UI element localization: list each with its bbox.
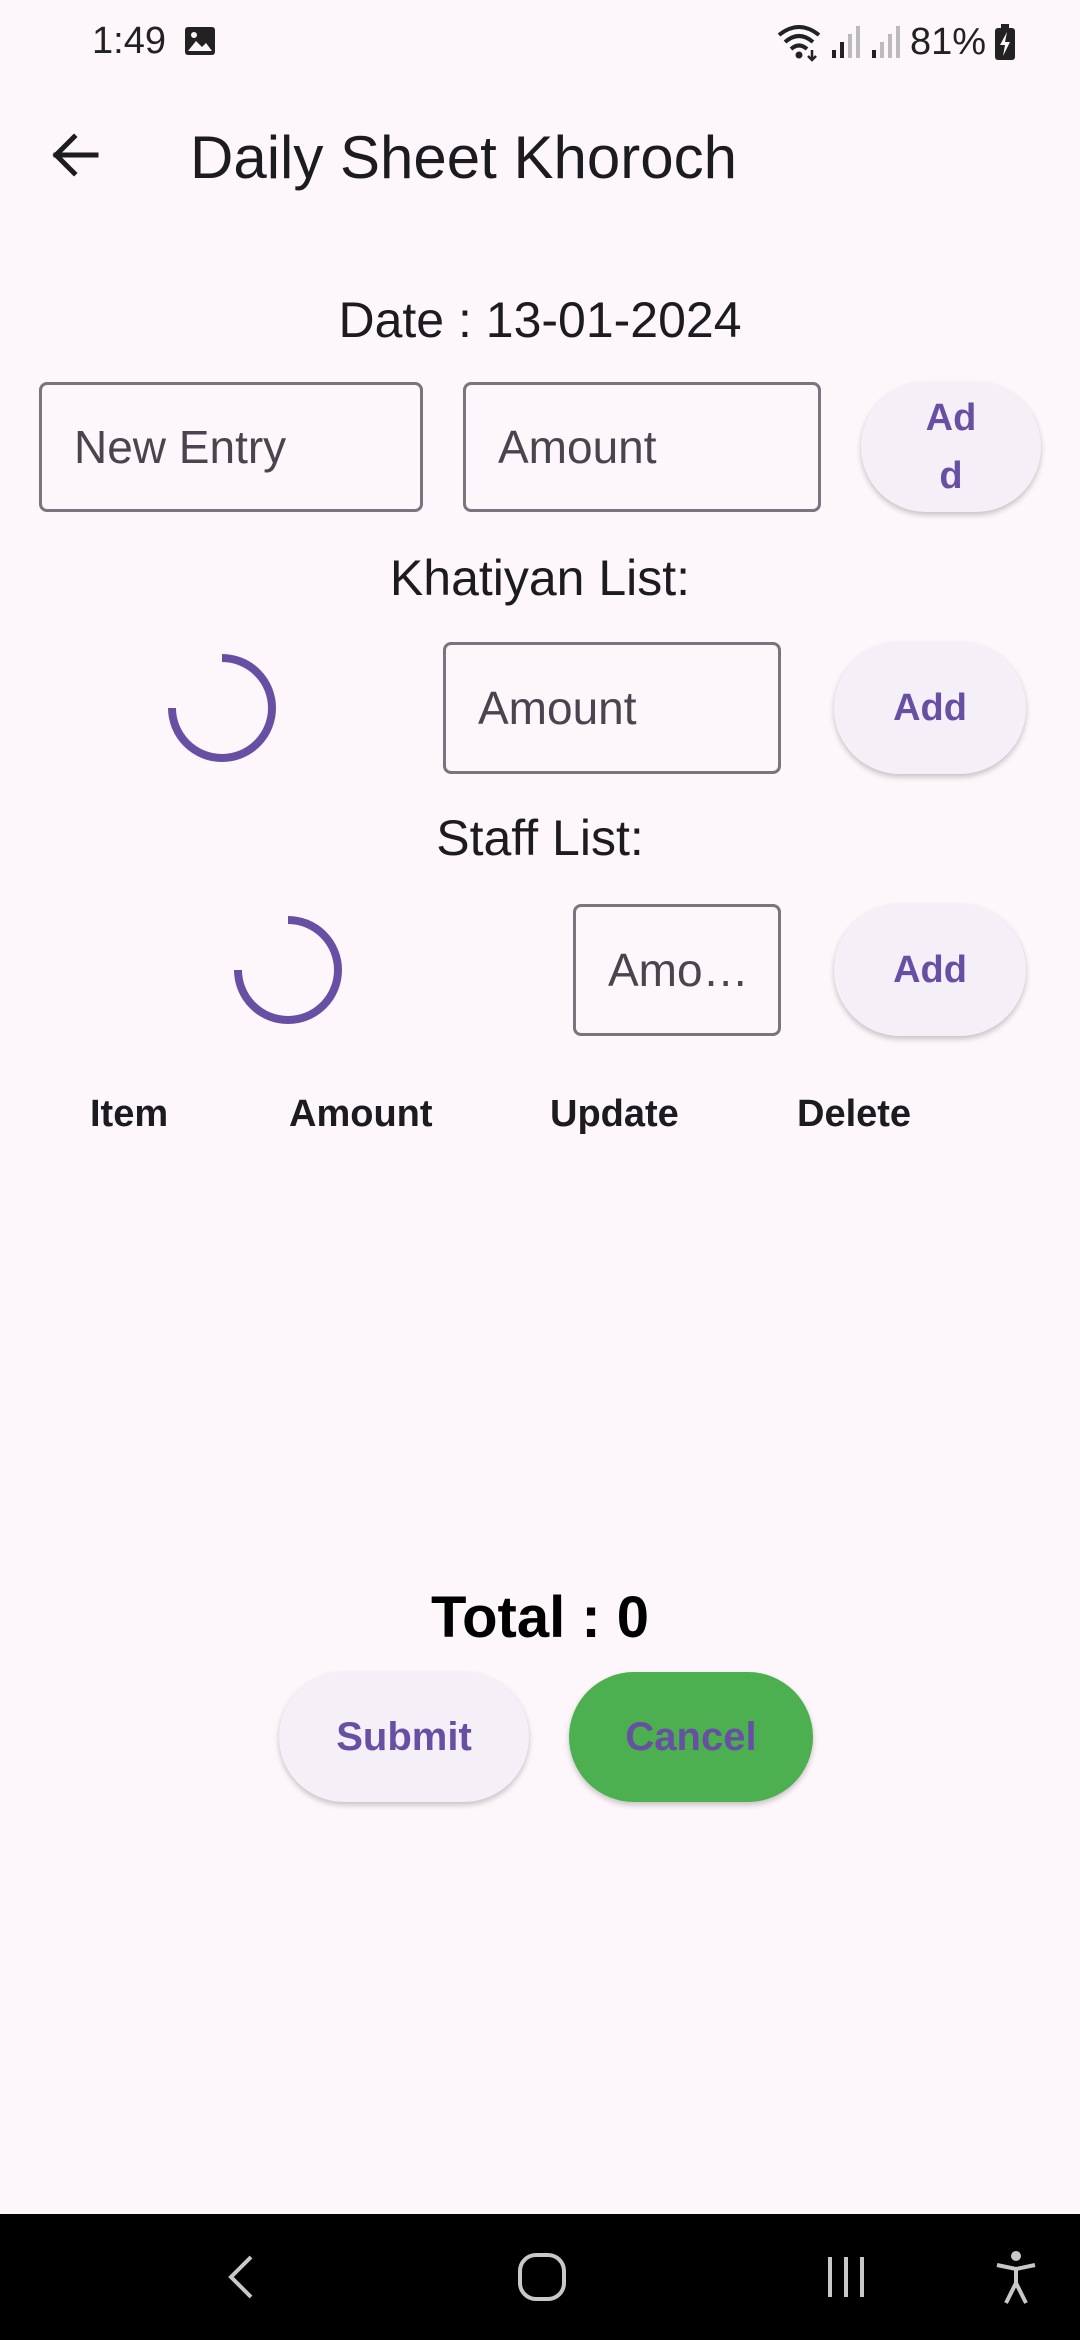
nav-back-button[interactable] <box>200 2214 280 2340</box>
entry-amount-placeholder: Amount <box>498 421 657 473</box>
khatiyan-add-label: Add <box>893 686 967 729</box>
wifi-icon <box>777 25 821 62</box>
khatiyan-add-button[interactable]: Add <box>834 642 1026 774</box>
cancel-label: Cancel <box>625 1714 757 1759</box>
staff-amount-placeholder: Amo… <box>608 944 749 996</box>
daily-sheet-screen: 1:49 81% Daily Sheet Khoroch Date: 13-0… <box>0 0 1080 2340</box>
khatiyan-loading-spinner <box>168 654 276 762</box>
app-bar: Daily Sheet Khoroch <box>0 100 1080 216</box>
column-header-update: Update <box>550 1093 679 1135</box>
nav-recents-button[interactable] <box>806 2214 886 2340</box>
cancel-button[interactable]: Cancel <box>569 1672 813 1802</box>
nav-home-button[interactable] <box>500 2214 584 2340</box>
new-entry-placeholder: New Entry <box>74 421 287 473</box>
battery-charging-icon <box>995 24 1015 60</box>
accessibility-icon <box>996 2251 1036 2304</box>
column-header-delete: Delete <box>797 1093 912 1135</box>
submit-button[interactable]: Submit <box>279 1672 529 1802</box>
gallery-notification-icon <box>185 27 215 55</box>
nav-home-icon <box>518 2253 566 2301</box>
page-title: Daily Sheet Khoroch <box>190 124 737 191</box>
new-entry-field[interactable]: New Entry <box>39 382 423 512</box>
date-label: Date : 13-01-2024 <box>338 292 742 348</box>
khatiyan-amount-field[interactable]: Amount <box>443 642 781 774</box>
add-entry-label: Add <box>925 397 977 497</box>
staff-loading-spinner <box>234 916 342 1024</box>
nav-back-icon <box>228 2255 253 2299</box>
khatiyan-amount-placeholder: Amount <box>478 682 637 734</box>
status-time: 1:49 <box>92 20 166 62</box>
staff-add-button[interactable]: Add <box>834 904 1026 1036</box>
signal-icon-1 <box>831 26 860 58</box>
khatiyan-list-heading: Khatiyan List: <box>389 550 691 606</box>
system-nav-bar <box>0 2214 1080 2340</box>
add-entry-button[interactable]: Add <box>861 382 1041 512</box>
arrow-back-icon <box>52 133 99 177</box>
battery-percent: 81% <box>909 20 986 63</box>
total-label: Total : 0 <box>430 1585 650 1650</box>
status-bar: 1:49 81% <box>0 0 1080 84</box>
submit-label: Submit <box>336 1714 472 1759</box>
staff-amount-field[interactable]: Amo… <box>573 904 781 1036</box>
entry-amount-field[interactable]: Amount <box>463 382 821 512</box>
staff-add-label: Add <box>893 948 967 991</box>
back-button[interactable] <box>40 120 110 190</box>
column-header-item: Item <box>90 1093 169 1135</box>
status-indicators: 81% <box>776 18 1016 66</box>
staff-list-heading: Staff List: <box>436 810 644 866</box>
column-header-amount: Amount <box>289 1093 433 1135</box>
signal-icon-2 <box>871 26 900 58</box>
nav-accessibility-button[interactable] <box>978 2214 1054 2340</box>
nav-recents-icon <box>828 2257 864 2297</box>
